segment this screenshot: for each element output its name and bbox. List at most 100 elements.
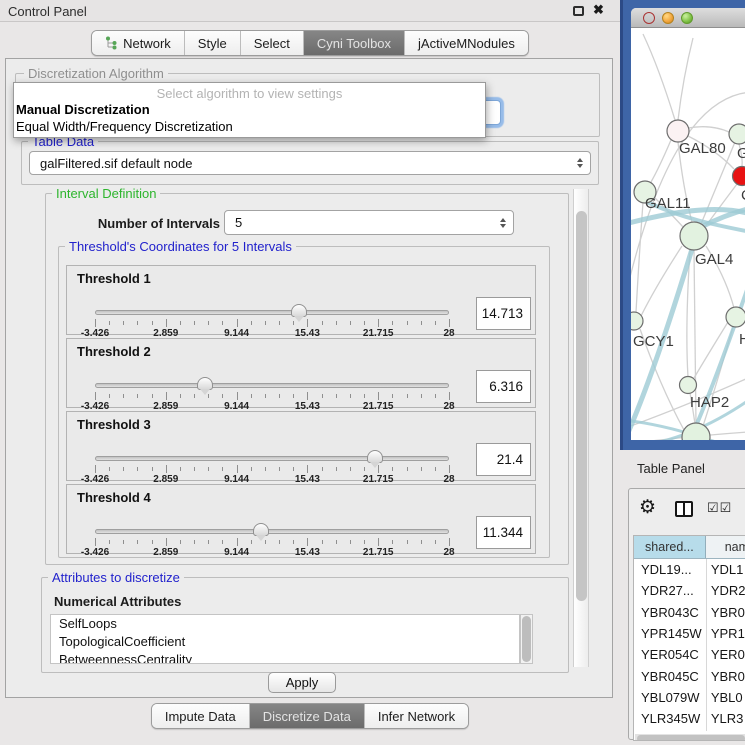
slider[interactable]: -3.4262.8599.14415.4321.71528 (95, 450, 449, 484)
slider-tick (109, 540, 110, 544)
slider-tick (194, 321, 195, 325)
slider-tick (237, 465, 238, 473)
tab-style[interactable]: Style (184, 31, 240, 55)
popup-option-equal-width[interactable]: Equal Width/Frequency Discretization (16, 119, 233, 134)
slider-track[interactable] (95, 529, 449, 534)
slider-thumb[interactable] (291, 304, 307, 317)
table-row[interactable]: YLR345WYLR3 (634, 708, 745, 729)
svg-text:HAP2: HAP2 (690, 394, 729, 411)
slider-track[interactable] (95, 310, 449, 315)
slider-tick (449, 319, 450, 327)
scrollbar-thumb[interactable] (576, 211, 587, 601)
slider-tick (336, 394, 337, 398)
slider-tick (123, 467, 124, 471)
slider-tick (279, 394, 280, 398)
scrollbar-thumb[interactable] (522, 616, 531, 662)
svg-text:GA: GA (737, 145, 745, 162)
slider-tick (222, 540, 223, 544)
slider-tick (265, 467, 266, 471)
network-canvas[interactable]: GAL80 GA C GAL11 GAL4 GCY1 H HAP2 (631, 28, 745, 440)
table-row[interactable]: YBL079WYBL0 (634, 687, 745, 708)
checkbox-icons[interactable]: ☑☑ (707, 500, 732, 516)
slider-tick (307, 538, 308, 546)
table-row[interactable]: YIL052CYIL0 (634, 729, 745, 731)
table-data-combo[interactable]: galFiltered.sif default node (29, 151, 591, 175)
slider-ticks (95, 392, 449, 401)
slider-tick (279, 540, 280, 544)
popup-option-manual[interactable]: Manual Discretization (16, 102, 150, 117)
tab-infer-network[interactable]: Infer Network (364, 704, 468, 728)
close-icon[interactable]: ✖ (593, 2, 604, 18)
gear-icon[interactable]: ⚙ (639, 498, 656, 517)
apply-button[interactable]: Apply (268, 672, 336, 693)
group-title: Threshold's Coordinates for 5 Intervals (65, 240, 296, 254)
float-window-icon[interactable] (573, 6, 584, 16)
minimize-traffic-light-icon[interactable] (662, 12, 674, 24)
threshold-value-field[interactable]: 11.344 (476, 516, 531, 549)
table-row[interactable]: YER054CYER0 (634, 644, 745, 665)
node-table: shared... name YDL19...YDL1 YDR27...YDR2… (633, 535, 745, 741)
table-row[interactable]: YPR145WYPR1 (634, 623, 745, 644)
tab-discretize-data[interactable]: Discretize Data (249, 704, 364, 728)
zoom-traffic-light-icon[interactable] (681, 12, 693, 24)
slider-tick (435, 394, 436, 398)
slider-tick (166, 538, 167, 546)
node-gal4 (680, 222, 708, 250)
column-header-name[interactable]: name (706, 536, 745, 558)
slider-tick (265, 321, 266, 325)
threshold-value-field[interactable]: 14.713 (476, 297, 531, 330)
tab-cyni-toolbox[interactable]: Cyni Toolbox (303, 31, 404, 55)
table-row[interactable]: YDL19...YDL1 (634, 559, 745, 580)
tab-label: Cyni Toolbox (317, 36, 391, 51)
slider[interactable]: -3.4262.8599.14415.4321.71528 (95, 523, 449, 557)
panel-scrollbar[interactable] (573, 189, 589, 667)
table-row[interactable]: YDR27...YDR2 (634, 580, 745, 601)
slider-tick (208, 540, 209, 544)
list-scrollbar[interactable] (520, 614, 533, 664)
tab-network[interactable]: Network (92, 31, 184, 55)
slider-thumb[interactable] (197, 377, 213, 390)
slider-tick (350, 540, 351, 544)
slider-tick (222, 394, 223, 398)
slider-tick (392, 540, 393, 544)
table-horizontal-scrollbar[interactable] (635, 734, 745, 741)
combo-value: 5 (235, 215, 242, 230)
scrollbar-thumb[interactable] (637, 735, 745, 741)
close-traffic-light-icon[interactable] (643, 12, 655, 24)
slider[interactable]: -3.4262.8599.14415.4321.71528 (95, 304, 449, 338)
slider-tick (421, 394, 422, 398)
tab-select[interactable]: Select (240, 31, 303, 55)
table-panel-title: Table Panel (637, 461, 705, 476)
num-intervals-combo[interactable]: 5 (224, 210, 514, 235)
slider[interactable]: -3.4262.8599.14415.4321.71528 (95, 377, 449, 411)
table-row[interactable]: YBR043CYBR0 (634, 602, 745, 623)
algorithm-popup: Select algorithm to view settings Manual… (13, 82, 486, 138)
column-header-shared[interactable]: shared... (634, 536, 706, 558)
list-item[interactable]: BetweennessCentrality (51, 651, 519, 664)
tab-impute-data[interactable]: Impute Data (152, 704, 249, 728)
threshold-value-field[interactable]: 6.316 (476, 370, 531, 403)
list-item[interactable]: TopologicalCoefficient (51, 633, 519, 651)
slider-tick (137, 467, 138, 471)
slider-tick (392, 467, 393, 471)
tab-jactivemnodules[interactable]: jActiveMNodules (404, 31, 528, 55)
list-item[interactable]: SelfLoops (51, 615, 519, 633)
slider-tick (123, 394, 124, 398)
slider-scale-label: 21.715 (363, 547, 394, 558)
slider-thumb[interactable] (253, 523, 269, 536)
columns-icon[interactable] (675, 501, 693, 517)
slider-tick (350, 394, 351, 398)
slider-tick (350, 321, 351, 325)
threshold-value-field[interactable]: 21.4 (476, 443, 531, 476)
slider-tick (336, 321, 337, 325)
network-window-titlebar[interactable] (631, 8, 745, 28)
slider-tick (407, 394, 408, 398)
node-gal80 (667, 120, 689, 142)
table-row[interactable]: YBR045CYBR0 (634, 665, 745, 686)
slider-thumb[interactable] (367, 450, 383, 463)
slider-tick (435, 321, 436, 325)
slider-track[interactable] (95, 456, 449, 461)
tab-label: Select (254, 36, 290, 51)
tab-label: Infer Network (378, 709, 455, 724)
slider-track[interactable] (95, 383, 449, 388)
